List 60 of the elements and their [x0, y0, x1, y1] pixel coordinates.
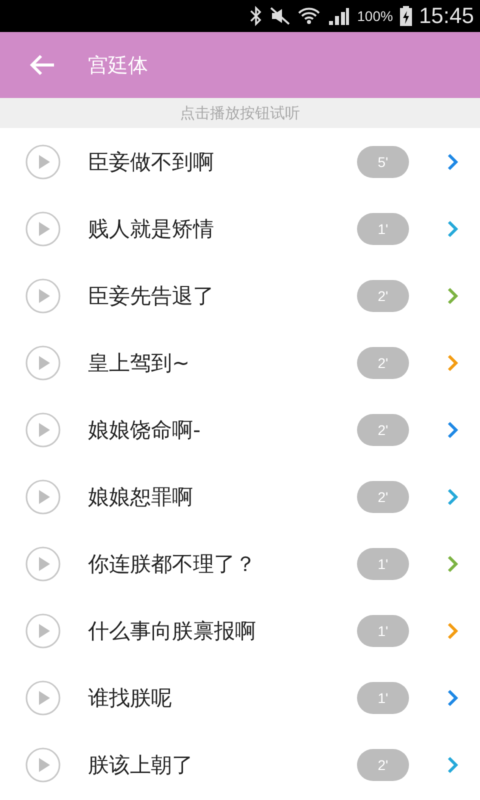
chevron-right-icon[interactable] — [447, 152, 459, 170]
mute-icon — [269, 6, 292, 26]
duration-badge: 2' — [357, 280, 409, 312]
sound-title: 臣妾做不到啊 — [88, 148, 215, 176]
bluetooth-icon — [249, 6, 264, 26]
chevron-right-icon[interactable] — [447, 354, 459, 372]
sound-title: 朕该上朝了 — [88, 752, 194, 778]
duration-badge: 5' — [357, 146, 409, 178]
play-button[interactable] — [25, 412, 61, 448]
chevron-right-icon[interactable] — [447, 420, 459, 438]
duration-badge: 1' — [357, 614, 409, 646]
sound-item[interactable]: 谁找朕呢 1' — [0, 664, 480, 731]
sound-title: 皇上驾到~ — [88, 350, 191, 376]
duration-badge: 2' — [357, 414, 409, 446]
toolbar-title: 宫廷体 — [88, 52, 148, 78]
sound-item[interactable]: 贱人就是矫情 1' — [0, 195, 480, 262]
play-button[interactable] — [25, 546, 61, 582]
sound-item[interactable]: 皇上驾到~ 2' — [0, 329, 480, 396]
chevron-right-icon[interactable] — [447, 622, 459, 640]
chevron-right-icon[interactable] — [447, 554, 459, 572]
battery-charging-icon — [398, 5, 413, 27]
sound-title: 什么事向朕禀报啊 — [88, 618, 257, 644]
sound-item[interactable]: 臣妾先告退了 2' — [0, 262, 480, 329]
sound-title: 娘娘恕罪啊 — [88, 484, 194, 510]
play-button[interactable] — [25, 278, 61, 314]
chevron-right-icon[interactable] — [447, 756, 459, 774]
play-button[interactable] — [25, 746, 61, 782]
play-button[interactable] — [25, 144, 61, 180]
chevron-right-icon[interactable] — [447, 488, 459, 506]
play-button[interactable] — [25, 680, 61, 716]
sound-title: 谁找朕呢 — [88, 684, 173, 712]
duration-badge: 2' — [357, 480, 409, 512]
play-button[interactable] — [25, 478, 61, 514]
signal-icon — [327, 6, 352, 26]
chevron-right-icon[interactable] — [447, 286, 459, 304]
chevron-right-icon[interactable] — [447, 220, 459, 238]
sound-title: 臣妾先告退了 — [88, 282, 215, 310]
wifi-icon — [297, 6, 322, 26]
chevron-right-icon[interactable] — [447, 688, 459, 706]
duration-badge: 1' — [357, 682, 409, 714]
sound-item[interactable]: 娘娘饶命啊- 2' — [0, 396, 480, 463]
sound-title: 贱人就是矫情 — [88, 216, 215, 242]
sound-item[interactable]: 娘娘恕罪啊 2' — [0, 463, 480, 530]
sound-item[interactable]: 什么事向朕禀报啊 1' — [0, 597, 480, 664]
hint-text: 点击播放按钮试听 — [0, 98, 480, 128]
duration-badge: 1' — [357, 548, 409, 580]
battery-percent: 100% — [357, 8, 393, 24]
sound-item[interactable]: 朕该上朝了 2' — [0, 731, 480, 798]
sound-item[interactable]: 你连朕都不理了？ 1' — [0, 530, 480, 597]
play-button[interactable] — [25, 210, 61, 246]
sound-title: 你连朕都不理了？ — [88, 550, 257, 578]
play-button[interactable] — [25, 344, 61, 380]
duration-badge: 1' — [357, 212, 409, 244]
duration-badge: 2' — [357, 748, 409, 780]
back-arrow-icon — [28, 53, 56, 77]
clock: 15:45 — [418, 3, 474, 29]
sound-title: 娘娘饶命啊- — [88, 416, 202, 444]
play-button[interactable] — [25, 612, 61, 648]
duration-badge: 2' — [357, 346, 409, 378]
sound-item[interactable]: 臣妾做不到啊 5' — [0, 128, 480, 195]
